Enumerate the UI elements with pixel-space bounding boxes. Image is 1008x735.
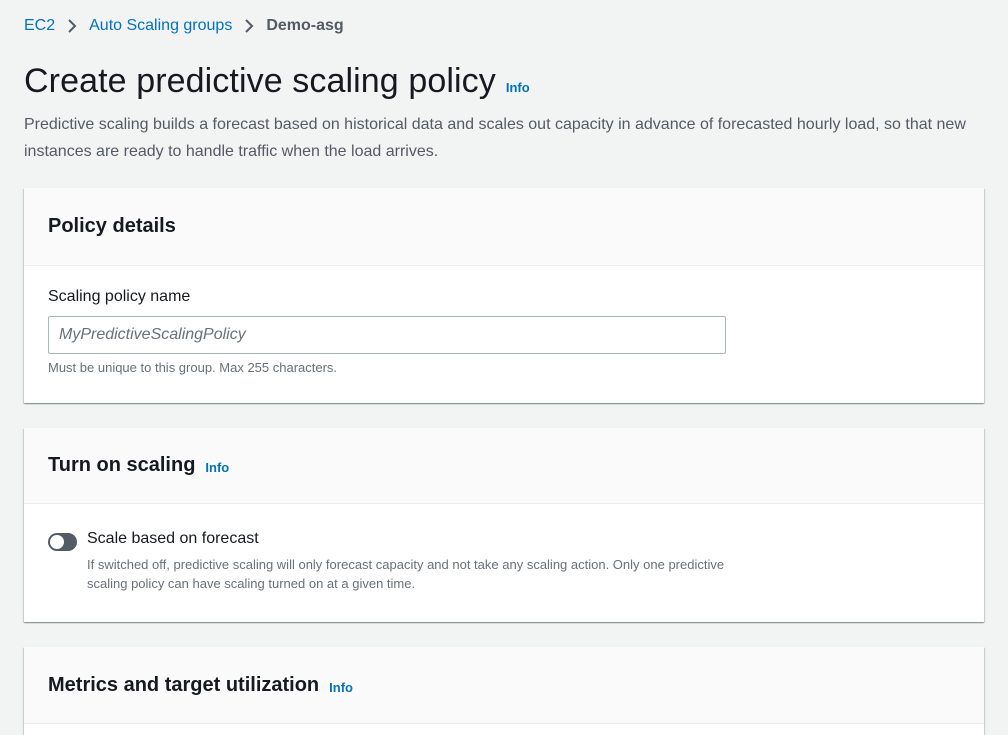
breadcrumb: EC2 Auto Scaling groups Demo-asg: [24, 14, 344, 38]
toggle-knob: [50, 535, 64, 549]
metrics-info-link[interactable]: Info: [329, 680, 353, 695]
chevron-right-icon: [65, 14, 79, 38]
breadcrumb-auto-scaling-groups[interactable]: Auto Scaling groups: [89, 17, 232, 35]
scale-based-on-forecast-toggle[interactable]: [48, 533, 77, 551]
metrics-card: Metrics and target utilization Info: [24, 647, 984, 735]
turn-on-scaling-title: Turn on scaling: [48, 454, 196, 476]
scaling-policy-name-label: Scaling policy name: [48, 288, 191, 305]
page-title: Create predictive scaling policy: [24, 62, 496, 100]
scaling-policy-name-input[interactable]: [48, 316, 726, 354]
policy-details-body: Scaling policy name Must be unique to th…: [24, 266, 984, 403]
chevron-right-icon: [242, 14, 256, 38]
metrics-header: Metrics and target utilization Info: [24, 647, 984, 724]
policy-details-card: Policy details Scaling policy name Must …: [24, 188, 984, 403]
breadcrumb-current: Demo-asg: [266, 17, 344, 34]
page-header: Create predictive scaling policy Info: [24, 62, 530, 101]
policy-details-header: Policy details: [24, 188, 984, 266]
scale-based-on-forecast-label[interactable]: Scale based on forecast: [87, 530, 259, 548]
turn-on-scaling-header: Turn on scaling Info: [24, 428, 984, 504]
scale-based-on-forecast-description: If switched off, predictive scaling will…: [87, 557, 725, 591]
turn-on-scaling-card: Turn on scaling Info Scale based on fore…: [24, 428, 984, 622]
page-description: Predictive scaling builds a forecast bas…: [24, 116, 966, 160]
page: EC2 Auto Scaling groups Demo-asg Create …: [0, 0, 1008, 735]
metrics-title: Metrics and target utilization: [48, 673, 320, 696]
turn-on-scaling-info-link[interactable]: Info: [205, 460, 229, 475]
turn-on-scaling-body: Scale based on forecast If switched off,…: [24, 504, 984, 622]
page-info-link[interactable]: Info: [506, 80, 530, 95]
scaling-policy-name-hint: Must be unique to this group. Max 255 ch…: [48, 360, 338, 375]
policy-details-title: Policy details: [48, 215, 176, 237]
breadcrumb-ec2[interactable]: EC2: [24, 17, 55, 35]
